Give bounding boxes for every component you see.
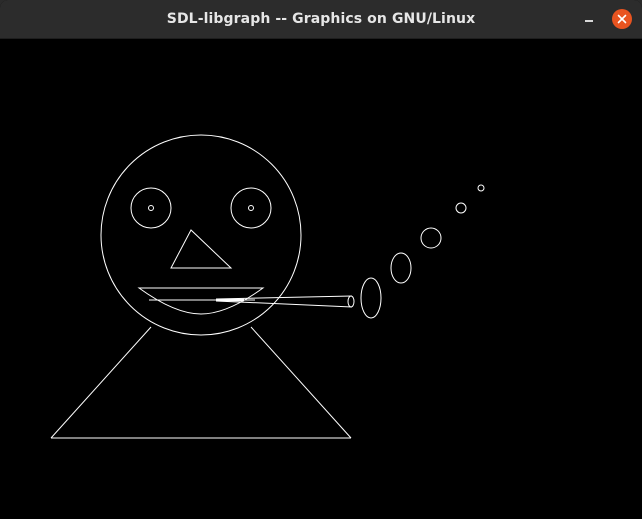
drawing-canvas[interactable] [0,39,642,519]
left-pupil [148,205,154,211]
smiley-smoking-drawing [50,134,485,439]
app-window: SDL-libgraph -- Graphics on GNU/Linux [0,0,642,519]
cigarette-top [215,295,353,300]
right-pupil [248,205,254,211]
cigarette-tip [347,295,355,308]
smoke-puff-1 [360,277,382,319]
smoke-puff-5 [477,184,485,192]
smoke-puff-2 [390,252,412,284]
minimize-button[interactable] [578,8,600,30]
mouth [137,287,265,315]
head-outline [100,134,302,336]
close-button[interactable] [612,9,632,29]
title-bar[interactable]: SDL-libgraph -- Graphics on GNU/Linux [0,0,642,39]
window-title: SDL-libgraph -- Graphics on GNU/Linux [166,11,476,27]
smoke-puff-4 [455,202,467,214]
close-icon [617,14,627,24]
right-eye [230,187,272,229]
minimize-icon [585,20,593,22]
body-right-side [250,326,352,439]
smoke-puff-3 [420,227,442,249]
body-left-side [50,326,152,439]
nose-triangle [170,229,233,269]
left-eye [130,187,172,229]
